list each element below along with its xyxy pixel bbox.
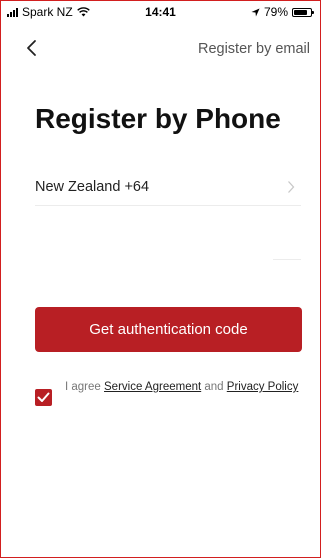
service-agreement-link[interactable]: Service Agreement [104, 381, 201, 393]
chevron-left-icon [27, 40, 36, 56]
agreement-conjunction: and [204, 381, 224, 393]
status-right: 79% [251, 5, 314, 19]
register-by-email-link[interactable]: Register by email [198, 41, 310, 57]
phone-input-underline [273, 259, 301, 260]
battery-icon [292, 7, 314, 17]
page-title: Register by Phone [35, 103, 281, 134]
location-arrow-icon [251, 7, 260, 17]
status-bar: Spark NZ 14:41 79% [1, 1, 320, 23]
country-code-label: New Zealand +64 [35, 179, 150, 195]
battery-percent: 79% [263, 5, 288, 19]
agreement-text: I agree Service Agreement and Privacy Po… [65, 380, 305, 394]
privacy-policy-link[interactable]: Privacy Policy [227, 381, 299, 393]
chevron-right-icon [288, 181, 295, 193]
checkmark-icon [37, 392, 50, 402]
agree-checkbox[interactable] [35, 389, 52, 406]
agreement-prefix: I agree [65, 381, 101, 393]
app-frame: Spark NZ 14:41 79% Register by email Reg… [0, 0, 321, 558]
phone-number-input[interactable] [35, 227, 301, 259]
back-button[interactable] [21, 37, 45, 61]
battery-fill [294, 9, 307, 15]
get-authentication-code-button[interactable]: Get authentication code [35, 307, 302, 352]
country-code-selector[interactable]: New Zealand +64 [35, 169, 301, 206]
